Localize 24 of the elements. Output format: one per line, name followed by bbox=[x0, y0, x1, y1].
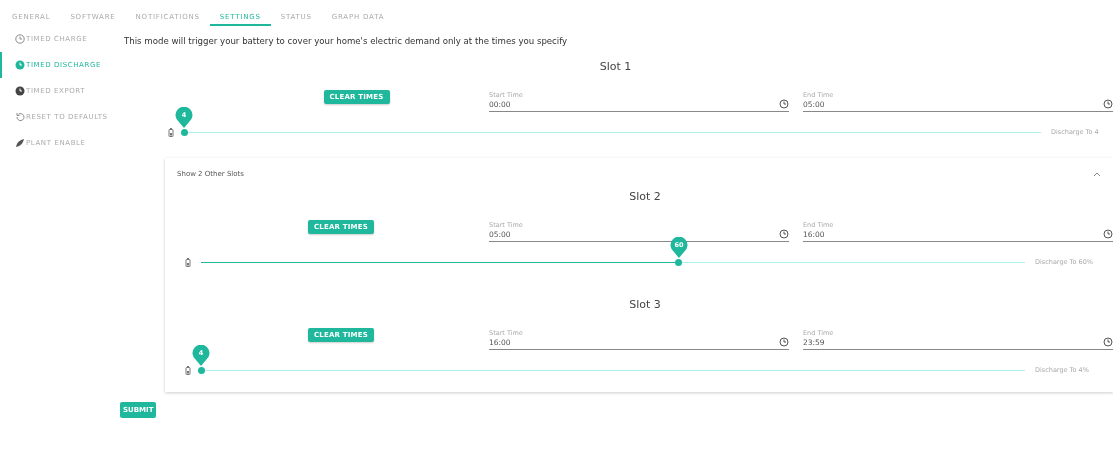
clock-icon bbox=[779, 337, 789, 347]
clock-icon bbox=[779, 229, 789, 239]
description-text: This mode will trigger your battery to cover your home's electric demand only at the times you specify bbox=[124, 36, 568, 46]
value-bubble bbox=[175, 106, 193, 128]
clock-icon bbox=[1103, 337, 1113, 347]
clock-icon bbox=[1103, 229, 1113, 239]
slider-thumb[interactable] bbox=[675, 258, 683, 266]
clock-icon bbox=[15, 86, 25, 96]
clock-icon bbox=[15, 34, 25, 44]
leaf-icon bbox=[15, 138, 25, 148]
battery-icon bbox=[185, 365, 191, 375]
clock-icon bbox=[1103, 99, 1113, 109]
battery-icon bbox=[185, 257, 191, 267]
battery-icon bbox=[168, 127, 174, 137]
slot-title: Slot 3 bbox=[629, 297, 661, 313]
value-bubble bbox=[669, 236, 688, 258]
slot-title: Slot 2 bbox=[629, 189, 661, 205]
reset-icon bbox=[15, 112, 25, 122]
clock-icon bbox=[779, 99, 789, 109]
value-bubble bbox=[192, 344, 210, 366]
clock-icon bbox=[15, 60, 25, 70]
slider-thumb[interactable] bbox=[180, 128, 188, 136]
slider-thumb[interactable] bbox=[197, 366, 205, 374]
slot-title: Slot 1 bbox=[599, 59, 632, 75]
